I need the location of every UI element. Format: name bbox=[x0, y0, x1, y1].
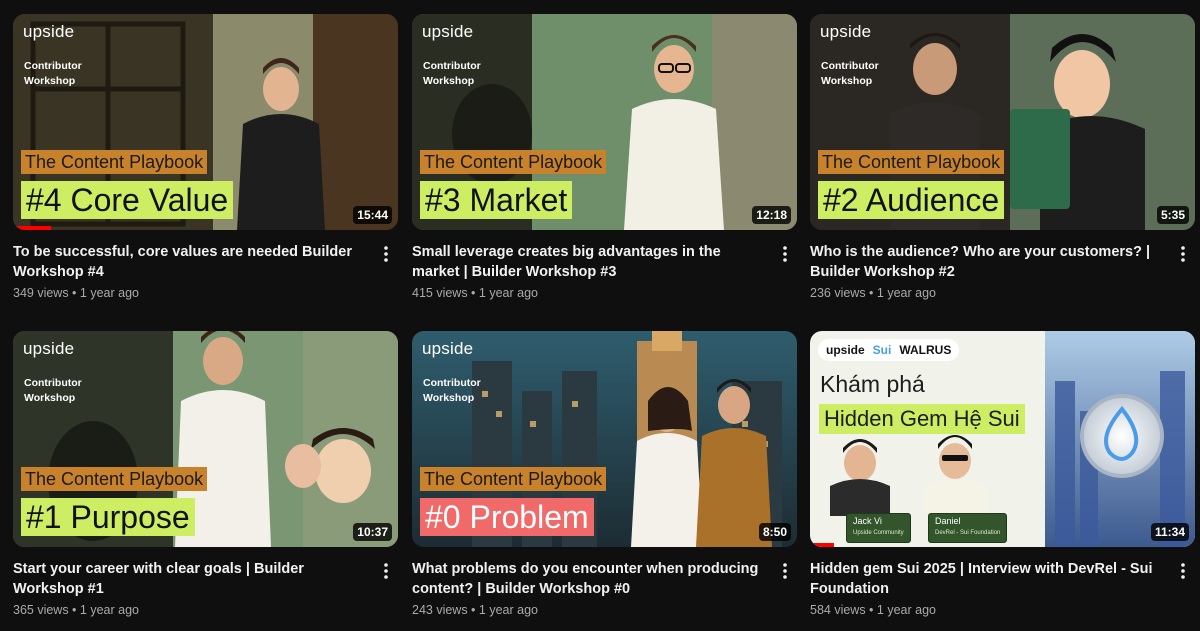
video-thumbnail[interactable]: upside Contributor Workshop The Content … bbox=[13, 331, 398, 547]
topic-label: #2 Audience bbox=[818, 181, 1005, 219]
video-title[interactable]: What problems do you encounter when prod… bbox=[412, 559, 767, 599]
duration-badge: 15:44 bbox=[353, 206, 392, 224]
thumbnail-subtitle: Contributor Workshop bbox=[24, 377, 82, 404]
video-thumbnail[interactable]: upside Contributor Workshop The Content … bbox=[412, 331, 797, 547]
guest-role: Upside Community bbox=[853, 530, 904, 536]
playbook-label: The Content Playbook bbox=[420, 150, 607, 174]
video-meta: What problems do you encounter when prod… bbox=[412, 559, 797, 619]
video-card[interactable]: upside Contributor Workshop The Content … bbox=[13, 331, 398, 619]
video-stats: 584 views • 1 year ago bbox=[810, 603, 936, 617]
video-meta: Hidden gem Sui 2025 | Interview with Dev… bbox=[810, 559, 1195, 619]
video-stats: 365 views • 1 year ago bbox=[13, 603, 139, 617]
more-options-button[interactable] bbox=[1171, 242, 1195, 266]
guest-name: Daniel bbox=[935, 516, 961, 526]
more-options-button[interactable] bbox=[374, 242, 398, 266]
topic-label: #1 Purpose bbox=[21, 498, 195, 536]
more-vert-icon bbox=[1181, 246, 1185, 262]
more-options-button[interactable] bbox=[773, 559, 797, 583]
video-stats: 415 views • 1 year ago bbox=[412, 286, 538, 300]
duration-badge: 11:34 bbox=[1150, 523, 1189, 541]
more-options-button[interactable] bbox=[374, 559, 398, 583]
duration-badge: 12:18 bbox=[752, 206, 791, 224]
video-card[interactable]: upside Contributor Workshop The Content … bbox=[810, 14, 1195, 302]
thumbnail-highlight: Hidden Gem Hệ Sui bbox=[819, 404, 1025, 434]
playbook-label: The Content Playbook bbox=[818, 150, 1005, 174]
video-title[interactable]: To be successful, core values are needed… bbox=[13, 242, 368, 282]
duration-badge: 10:37 bbox=[353, 523, 392, 541]
duration-badge: 8:50 bbox=[758, 523, 791, 541]
video-thumbnail[interactable]: upside Sui WALRUS Khám phá Hidden Gem Hệ… bbox=[810, 331, 1195, 547]
video-title[interactable]: Who is the audience? Who are your custom… bbox=[810, 242, 1165, 282]
topic-label: #4 Core Value bbox=[21, 181, 234, 219]
duration-badge: 5:35 bbox=[1156, 206, 1189, 224]
more-vert-icon bbox=[783, 246, 787, 262]
video-grid: upside Contributor Workshop The Content … bbox=[0, 0, 1200, 631]
topic-label: #3 Market bbox=[420, 181, 573, 219]
video-stats: 236 views • 1 year ago bbox=[810, 286, 936, 300]
video-card[interactable]: upside Sui WALRUS Khám phá Hidden Gem Hệ… bbox=[810, 331, 1195, 619]
more-options-button[interactable] bbox=[773, 242, 797, 266]
video-meta: Start your career with clear goals | Bui… bbox=[13, 559, 398, 619]
more-vert-icon bbox=[384, 563, 388, 579]
more-vert-icon bbox=[783, 563, 787, 579]
video-stats: 243 views • 1 year ago bbox=[412, 603, 538, 617]
guest-name: Jack Vi bbox=[853, 516, 882, 526]
video-thumbnail[interactable]: upside Contributor Workshop The Content … bbox=[810, 14, 1195, 230]
brand-logo: upside bbox=[23, 22, 75, 41]
more-options-button[interactable] bbox=[1171, 559, 1195, 583]
playbook-label: The Content Playbook bbox=[21, 467, 208, 491]
video-thumbnail[interactable]: upside Contributor Workshop The Content … bbox=[13, 14, 398, 230]
guest-role: DevRel - Sui Foundation bbox=[935, 530, 1001, 536]
more-vert-icon bbox=[1181, 563, 1185, 579]
thumbnail-headline: Khám phá bbox=[820, 371, 925, 397]
video-title[interactable]: Start your career with clear goals | Bui… bbox=[13, 559, 368, 599]
guest-nametag: Daniel DevRel - Sui Foundation bbox=[928, 513, 1008, 543]
topic-label: #0 Problem bbox=[420, 498, 594, 536]
brand-logo: upside bbox=[422, 339, 474, 358]
video-stats: 349 views • 1 year ago bbox=[13, 286, 139, 300]
video-meta: To be successful, core values are needed… bbox=[13, 242, 398, 302]
video-card[interactable]: upside Contributor Workshop The Content … bbox=[412, 14, 797, 302]
brand-logo: upside bbox=[422, 22, 474, 41]
watch-progress-bar bbox=[810, 543, 834, 547]
video-meta: Small leverage creates big advantages in… bbox=[412, 242, 797, 302]
video-card[interactable]: upside Contributor Workshop The Content … bbox=[412, 331, 797, 619]
brand-logo: upside bbox=[820, 22, 872, 41]
video-thumbnail[interactable]: upside Contributor Workshop The Content … bbox=[412, 14, 797, 230]
video-title[interactable]: Small leverage creates big advantages in… bbox=[412, 242, 767, 282]
brand-logo: upside bbox=[23, 339, 75, 358]
guest-nametag: Jack Vi Upside Community bbox=[846, 513, 911, 543]
video-title[interactable]: Hidden gem Sui 2025 | Interview with Dev… bbox=[810, 559, 1165, 599]
sui-logo: Sui bbox=[872, 343, 892, 357]
thumbnail-subtitle: Contributor Workshop bbox=[24, 60, 82, 87]
thumbnail-subtitle: Contributor Workshop bbox=[423, 377, 481, 404]
partner-logos: upside Sui WALRUS bbox=[818, 339, 960, 361]
video-card[interactable]: upside Contributor Workshop The Content … bbox=[13, 14, 398, 302]
watch-progress-bar bbox=[13, 226, 51, 230]
playbook-label: The Content Playbook bbox=[420, 467, 607, 491]
upside-logo: upside bbox=[826, 343, 865, 357]
video-meta: Who is the audience? Who are your custom… bbox=[810, 242, 1195, 302]
more-vert-icon bbox=[384, 246, 388, 262]
thumbnail-subtitle: Contributor Workshop bbox=[423, 60, 481, 87]
walrus-logo: WALRUS bbox=[899, 343, 952, 357]
thumbnail-subtitle: Contributor Workshop bbox=[821, 60, 879, 87]
playbook-label: The Content Playbook bbox=[21, 150, 208, 174]
